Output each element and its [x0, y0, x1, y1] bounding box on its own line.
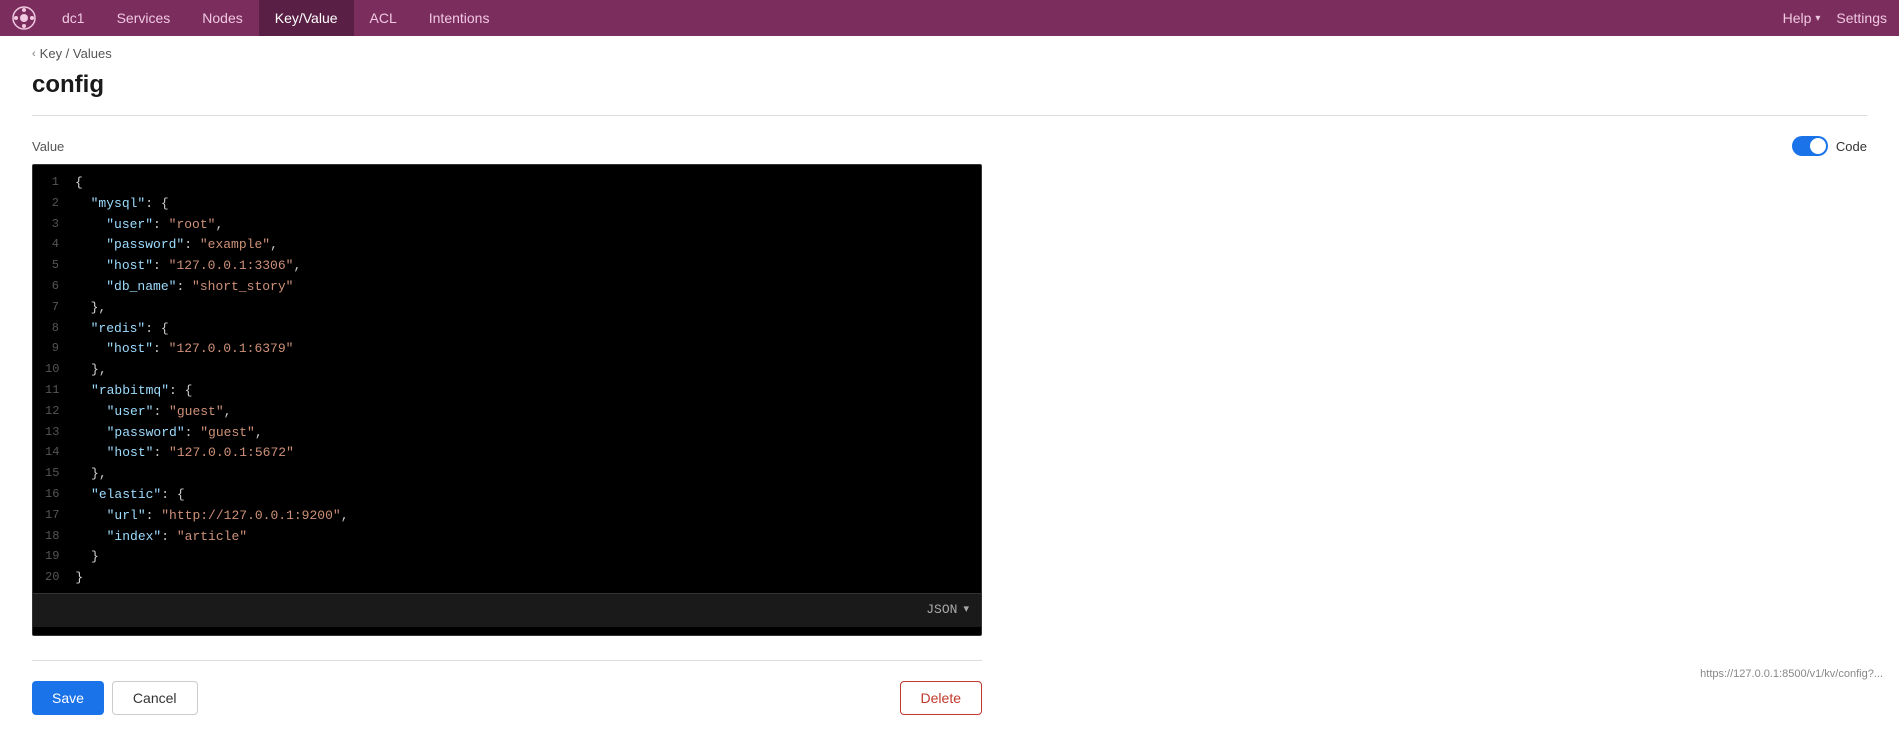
value-header: Value Code: [32, 136, 1867, 156]
nav-right: Help ▾ Settings: [1783, 10, 1887, 26]
code-line: 13 "password": "guest",: [33, 423, 981, 444]
code-line: 14 "host": "127.0.0.1:5672": [33, 443, 981, 464]
code-mode-label: JSON: [926, 600, 957, 621]
save-button[interactable]: Save: [32, 681, 104, 715]
nav-item-nodes[interactable]: Nodes: [186, 0, 258, 36]
code-line: 19 }: [33, 547, 981, 568]
code-line: 20}: [33, 568, 981, 589]
page-content: config Value Code 1{2 "mysql": {3 "user"…: [0, 71, 1899, 747]
toggle-track: [1792, 136, 1828, 156]
code-line: 17 "url": "http://127.0.0.1:9200",: [33, 506, 981, 527]
code-footer: JSON ▾: [33, 593, 981, 627]
code-line: 18 "index": "article": [33, 527, 981, 548]
code-lines: 1{2 "mysql": {3 "user": "root",4 "passwo…: [33, 173, 981, 589]
code-toggle-switch[interactable]: [1792, 136, 1828, 156]
code-line: 5 "host": "127.0.0.1:3306",: [33, 256, 981, 277]
nav-help-button[interactable]: Help ▾: [1783, 10, 1821, 26]
toggle-thumb: [1810, 138, 1826, 154]
code-line: 3 "user": "root",: [33, 215, 981, 236]
code-line: 2 "mysql": {: [33, 194, 981, 215]
consul-logo-icon: [12, 6, 36, 30]
footer-url: https://127.0.0.1:8500/v1/kv/config?...: [1700, 668, 1883, 680]
code-line: 16 "elastic": {: [33, 485, 981, 506]
code-toggle-group: Code: [1792, 136, 1867, 156]
code-mode-dropdown-icon[interactable]: ▾: [963, 602, 969, 620]
nav-settings-button[interactable]: Settings: [1836, 10, 1887, 26]
code-editor[interactable]: 1{2 "mysql": {3 "user": "root",4 "passwo…: [32, 164, 982, 636]
code-toggle-label: Code: [1836, 139, 1867, 154]
value-label: Value: [32, 139, 64, 154]
nav-item-acl[interactable]: ACL: [354, 0, 413, 36]
code-line: 11 "rabbitmq": {: [33, 381, 981, 402]
title-divider: [32, 115, 1867, 116]
breadcrumb: ‹ Key / Values: [0, 36, 1899, 71]
nav-item-intentions[interactable]: Intentions: [413, 0, 506, 36]
cancel-button[interactable]: Cancel: [112, 681, 198, 715]
chevron-down-icon: ▾: [1815, 13, 1820, 24]
breadcrumb-arrow-icon: ‹: [32, 48, 36, 60]
code-line: 9 "host": "127.0.0.1:6379": [33, 339, 981, 360]
delete-button[interactable]: Delete: [900, 681, 982, 715]
nav-item-services[interactable]: Services: [101, 0, 187, 36]
bottom-divider: [32, 660, 982, 661]
nav-item-keyvalue[interactable]: Key/Value: [259, 0, 354, 36]
page-title: config: [32, 71, 1867, 99]
top-nav: dc1 Services Nodes Key/Value ACL Intenti…: [0, 0, 1899, 36]
code-line: 1{: [33, 173, 981, 194]
code-line: 12 "user": "guest",: [33, 402, 981, 423]
code-line: 4 "password": "example",: [33, 235, 981, 256]
code-line: 15 },: [33, 464, 981, 485]
action-left: Save Cancel: [32, 681, 198, 715]
nav-dc1[interactable]: dc1: [46, 0, 101, 36]
breadcrumb-back-link[interactable]: ‹ Key / Values: [32, 46, 112, 61]
action-bar: Save Cancel Delete: [32, 681, 982, 715]
code-line: 6 "db_name": "short_story": [33, 277, 981, 298]
code-line: 7 },: [33, 298, 981, 319]
nav-items: Services Nodes Key/Value ACL Intentions: [101, 0, 1783, 36]
code-line: 10 },: [33, 360, 981, 381]
code-line: 8 "redis": {: [33, 319, 981, 340]
